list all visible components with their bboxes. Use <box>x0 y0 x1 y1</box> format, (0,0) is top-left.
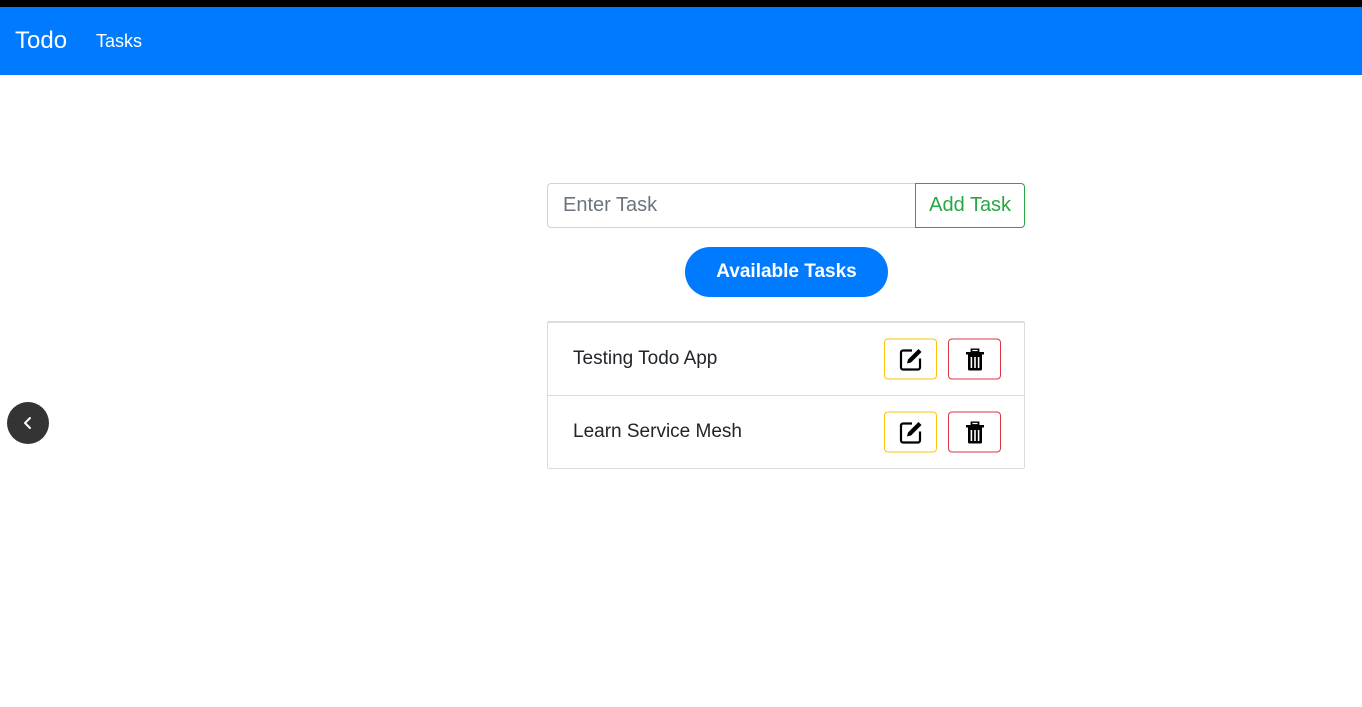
add-task-button[interactable]: Add Task <box>915 183 1025 228</box>
task-row: Learn Service Mesh <box>548 395 1024 468</box>
delete-task-button[interactable] <box>948 411 1001 453</box>
add-task-form: Add Task <box>547 183 1025 228</box>
edit-task-button[interactable] <box>884 338 937 380</box>
trash-icon <box>965 421 985 443</box>
navbar: Todo Tasks <box>0 7 1362 75</box>
edit-icon <box>899 347 923 371</box>
task-input[interactable] <box>547 183 916 228</box>
window-top-strip <box>0 0 1362 7</box>
task-text: Testing Todo App <box>573 348 718 369</box>
available-tasks-button[interactable]: Available Tasks <box>685 247 888 297</box>
nav-link-tasks[interactable]: Tasks <box>96 32 142 50</box>
task-row: Testing Todo App <box>548 323 1024 395</box>
edit-task-button[interactable] <box>884 411 937 453</box>
chevron-left-icon <box>22 416 34 430</box>
trash-icon <box>965 348 985 370</box>
navbar-brand[interactable]: Todo <box>15 29 67 53</box>
task-text: Learn Service Mesh <box>573 421 742 442</box>
edit-icon <box>899 420 923 444</box>
delete-task-button[interactable] <box>948 338 1001 380</box>
task-list: Testing Todo App Learn Service Mesh <box>547 321 1025 469</box>
back-button[interactable] <box>7 402 49 444</box>
